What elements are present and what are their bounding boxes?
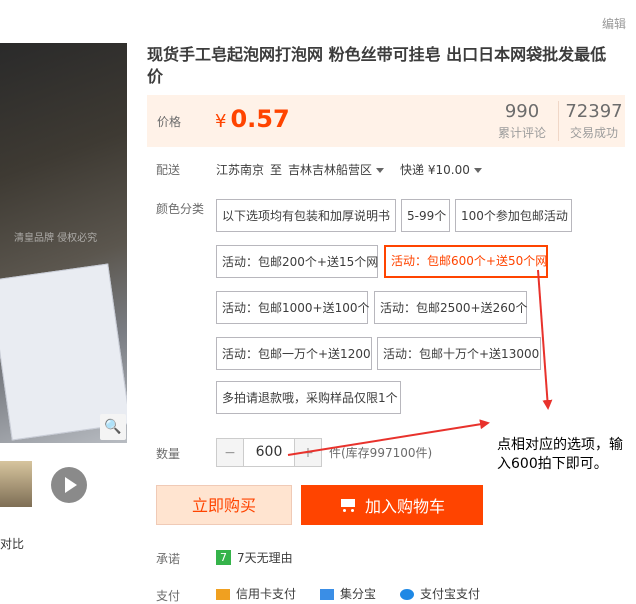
thumbnail-image[interactable] [0, 461, 32, 507]
quantity-label: 数量 [156, 447, 181, 461]
compare-link[interactable]: 对比 [0, 535, 24, 552]
promise-label: 承诺 [156, 552, 181, 566]
chevron-down-icon [473, 168, 482, 173]
quantity-stepper: − 600 + [216, 438, 322, 467]
payment-method-label: 集分宝 [340, 587, 377, 601]
image-watermark: 清皇品牌 侵权必究 [14, 233, 98, 244]
option-item[interactable]: 以下选项均有包装和加厚说明书 [216, 199, 396, 232]
annotation-text: 点相对应的选项，输入600拍下即可。 [497, 437, 623, 472]
currency-symbol: ¥ [215, 111, 227, 132]
alipay-icon [400, 589, 415, 600]
payment-label: 支付 [156, 589, 181, 603]
price-amount: 0.57 [230, 105, 290, 133]
option-item[interactable]: 活动：包邮2500+送260个 [374, 291, 528, 324]
option-item[interactable]: 5-99个 [401, 199, 450, 232]
option-item[interactable]: 活动：包邮200个+送15个网 [216, 245, 378, 278]
option-item[interactable]: 活动：包邮十万个+送13000 [377, 337, 541, 370]
payment-methods: 信用卡支付 集分宝 支付宝支付 [216, 585, 480, 602]
option-item[interactable]: 活动：包邮一万个+送1200 [216, 337, 372, 370]
increase-button[interactable]: + [295, 439, 321, 466]
option-item[interactable]: 多拍请退款哦，采购样品仅限1个 [216, 381, 401, 414]
credit-card-icon [216, 589, 230, 600]
reviews-count: 990 [504, 101, 540, 122]
payment-method[interactable]: 支付宝支付 [400, 585, 480, 602]
reviews-stat[interactable]: 990 累计评论 [494, 101, 550, 141]
options-label: 颜色分类 [156, 202, 205, 216]
payment-method-label: 支付宝支付 [420, 587, 481, 601]
payment-method[interactable]: 集分宝 [320, 585, 376, 602]
edit-link[interactable]: 编辑 [602, 15, 626, 32]
shipping-info: 江苏南京 至 吉林吉林船营区 快递 ¥10.00 [216, 161, 482, 178]
sales-stat: 72397 交易成功 [558, 101, 629, 141]
option-item[interactable]: 活动：包邮1000+送100个 [216, 291, 370, 324]
ship-method: 快递 [400, 163, 425, 177]
promise-text: 7天无理由 [237, 551, 293, 565]
decrease-button[interactable]: − [217, 439, 243, 466]
payment-method[interactable]: 信用卡支付 [216, 585, 296, 602]
payment-method-label: 信用卡支付 [236, 587, 297, 601]
product-title: 现货手工皂起泡网打泡网 粉色丝带可挂皂 出口日本网袋批发最低价 [147, 45, 607, 86]
add-to-cart-button[interactable]: 加入购物车 [301, 485, 483, 525]
ship-fee: ¥10.00 [427, 163, 470, 177]
option-item[interactable]: 100个参加包邮活动 [455, 199, 572, 232]
chevron-down-icon [376, 168, 385, 173]
quantity-input[interactable]: 600 [243, 439, 295, 466]
seven-day-icon: 7 [216, 550, 231, 565]
option-item-selected[interactable]: 活动：包邮600个+送50个网 [384, 245, 548, 278]
add-to-cart-label: 加入购物车 [364, 497, 445, 516]
shipping-label: 配送 [156, 163, 181, 177]
stock-text: 件(库存997100件) [329, 446, 433, 460]
sales-count: 72397 [565, 101, 623, 122]
zoom-icon[interactable]: 🔍 [100, 414, 126, 440]
points-icon [320, 589, 335, 600]
buy-now-button[interactable]: 立即购买 [156, 485, 292, 525]
play-video-icon[interactable] [51, 467, 87, 503]
cart-icon [339, 498, 357, 512]
ship-to-select[interactable]: 吉林吉林船营区 [288, 161, 385, 178]
price-label: 价格 [157, 115, 182, 129]
ship-method-select[interactable]: 快递 ¥10.00 [400, 161, 482, 178]
ship-from: 江苏南京 [216, 163, 265, 177]
price-value: ¥0.57 [215, 105, 290, 133]
sales-label: 交易成功 [569, 126, 618, 140]
product-main-image[interactable]: 清皇品牌 侵权必究 [0, 43, 127, 443]
ship-to-value: 吉林吉林船营区 [288, 163, 373, 177]
reviews-label: 累计评论 [497, 126, 546, 140]
price-panel: 价格 ¥0.57 990 累计评论 72397 交易成功 [147, 95, 625, 147]
promise-info[interactable]: 7 7天无理由 [216, 549, 293, 566]
ship-to-label: 至 [270, 163, 283, 177]
